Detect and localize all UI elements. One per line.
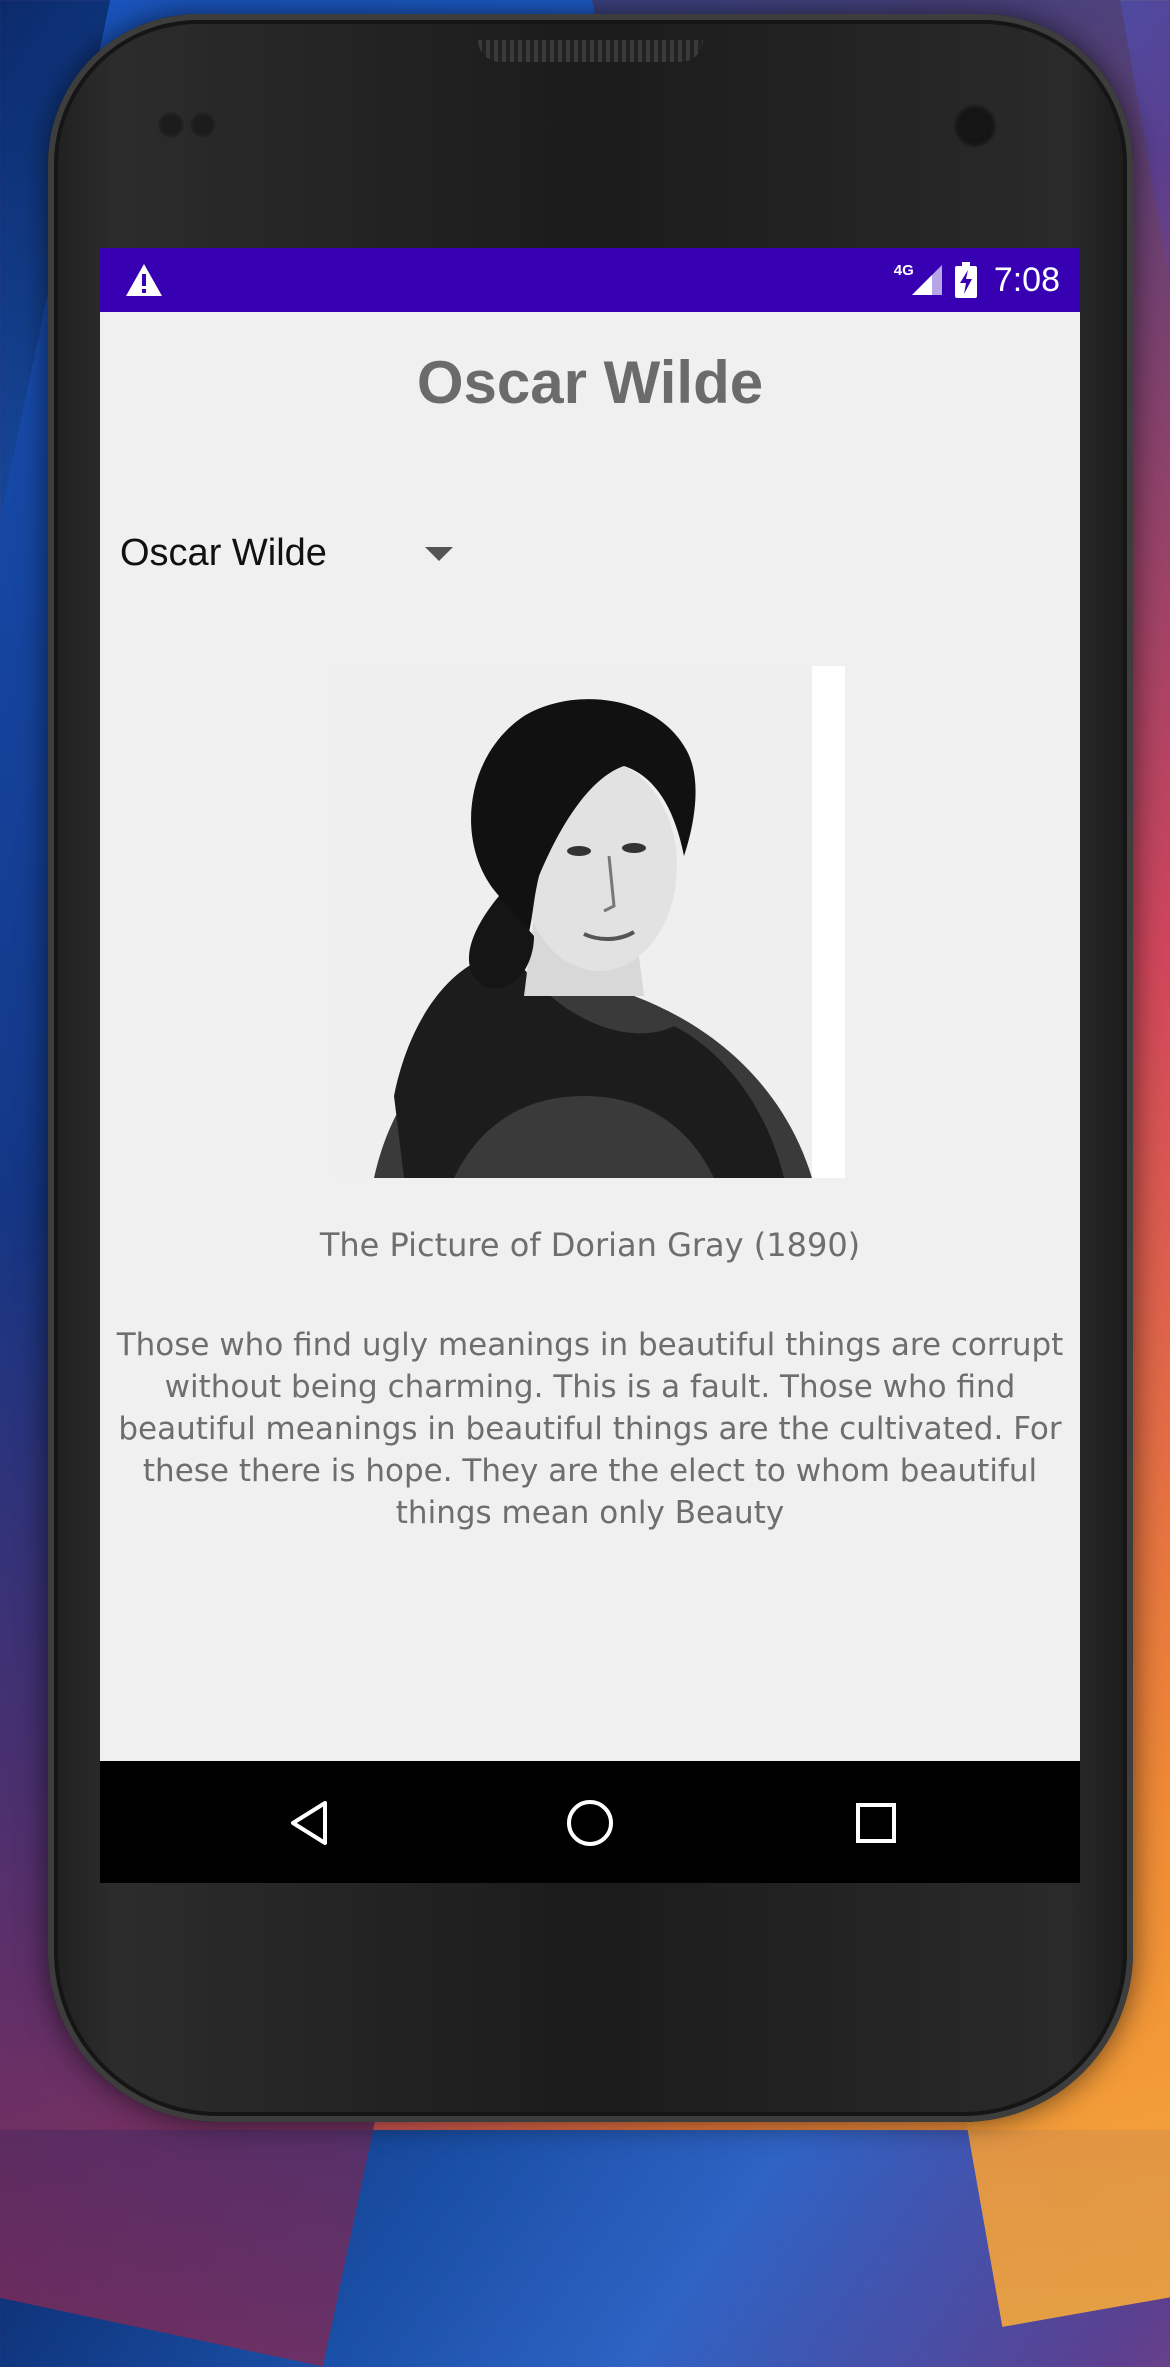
- back-icon[interactable]: [283, 1797, 335, 1849]
- book-caption: The Picture of Dorian Gray (1890): [319, 1226, 861, 1264]
- author-portrait: [334, 666, 845, 1178]
- light-sensor: [190, 112, 216, 138]
- status-time: 7:08: [993, 260, 1060, 299]
- signal-icon: [911, 265, 942, 295]
- network-type-label: 4G: [893, 261, 914, 279]
- front-camera: [953, 104, 997, 148]
- page-title: Oscar Wilde: [416, 349, 764, 416]
- author-spinner[interactable]: Oscar Wilde: [120, 523, 480, 583]
- proximity-sensor: [158, 112, 184, 138]
- status-right-group: 4G 7:08: [894, 248, 1060, 312]
- home-icon[interactable]: [564, 1797, 616, 1849]
- spinner-selected-value: Oscar Wilde: [120, 531, 327, 574]
- device-screen: 4G 7:08 Oscar Wilde Oscar Wilde The Pict…: [100, 248, 1080, 1883]
- status-bar: 4G 7:08: [100, 248, 1080, 312]
- navigation-bar: [100, 1761, 1080, 1883]
- quote-text: Those who find ugly meanings in beautifu…: [116, 1327, 1064, 1531]
- battery-charging-icon: [954, 262, 977, 298]
- recents-icon[interactable]: [850, 1797, 902, 1849]
- portrait-illustration: [334, 666, 845, 1178]
- warning-icon: [126, 264, 162, 296]
- earpiece-speaker: [478, 40, 703, 62]
- dropdown-arrow-icon: [425, 547, 453, 561]
